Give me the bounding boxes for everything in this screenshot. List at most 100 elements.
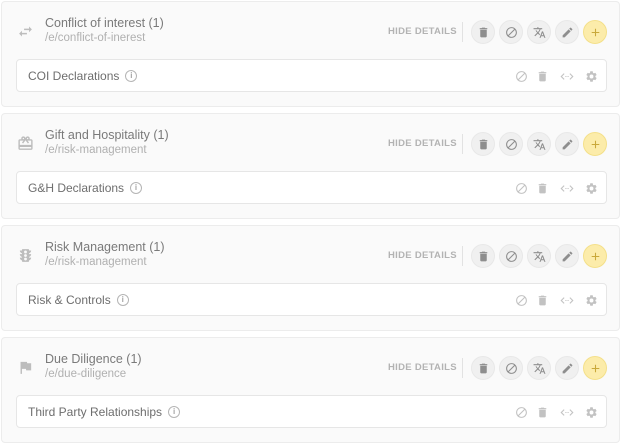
module-header: Conflict of interest (1) /e/conflict-of-… <box>2 2 619 54</box>
traffic-light-icon <box>16 246 34 264</box>
module-actions <box>471 244 607 268</box>
divider <box>462 358 463 378</box>
gear-icon[interactable] <box>585 294 598 307</box>
trash-icon <box>479 363 487 373</box>
sub-item-tools <box>515 292 598 308</box>
module-title: Due Diligence (1) <box>45 352 142 366</box>
module-title: Conflict of interest (1) <box>45 16 164 30</box>
add-button[interactable] <box>583 356 607 380</box>
module-panel: Risk Management (1) /e/risk-management H… <box>1 225 620 331</box>
translate-icon <box>533 362 545 374</box>
trash-icon <box>479 27 487 37</box>
code-icon[interactable] <box>557 70 577 83</box>
module-actions <box>471 356 607 380</box>
delete-button[interactable] <box>471 20 495 44</box>
add-button[interactable] <box>583 244 607 268</box>
pencil-icon <box>562 251 572 261</box>
info-icon[interactable]: i <box>125 70 138 82</box>
module-panel: Gift and Hospitality (1) /e/risk-managem… <box>1 113 620 219</box>
module-title: Risk Management (1) <box>45 240 165 254</box>
edit-button[interactable] <box>555 244 579 268</box>
translate-button[interactable] <box>527 356 551 380</box>
sub-item-tools <box>515 180 598 196</box>
plus-icon <box>591 364 599 372</box>
module-path: /e/risk-management <box>45 256 147 268</box>
block-icon <box>505 250 517 262</box>
block-icon[interactable] <box>515 182 528 195</box>
plus-icon <box>591 140 599 148</box>
block-icon[interactable] <box>515 406 528 419</box>
trash-icon <box>479 139 487 149</box>
module-title: Gift and Hospitality (1) <box>45 128 169 142</box>
code-icon[interactable] <box>557 294 577 307</box>
sub-item-row[interactable]: COI Declarations i <box>16 59 607 92</box>
divider <box>462 134 463 154</box>
pencil-icon <box>562 139 572 149</box>
plus-icon <box>591 28 599 36</box>
code-icon[interactable] <box>557 406 577 419</box>
hide-details-button[interactable]: HIDE DETAILS <box>388 362 457 373</box>
module-panel: Due Diligence (1) /e/due-diligence HIDE … <box>1 337 620 443</box>
translate-button[interactable] <box>527 244 551 268</box>
block-icon <box>505 138 517 150</box>
block-icon[interactable] <box>515 294 528 307</box>
module-header: Due Diligence (1) /e/due-diligence HIDE … <box>2 338 619 390</box>
swap-arrows-icon <box>16 22 34 40</box>
edit-button[interactable] <box>555 20 579 44</box>
delete-button[interactable] <box>471 244 495 268</box>
add-button[interactable] <box>583 20 607 44</box>
translate-icon <box>533 250 545 262</box>
block-icon <box>505 362 517 374</box>
gear-icon[interactable] <box>585 182 598 195</box>
gift-icon <box>16 134 34 152</box>
trash-icon <box>479 251 487 261</box>
edit-button[interactable] <box>555 132 579 156</box>
disable-button[interactable] <box>499 244 523 268</box>
translate-button[interactable] <box>527 20 551 44</box>
sub-item-row[interactable]: G&H Declarations i <box>16 171 607 204</box>
module-panel: Conflict of interest (1) /e/conflict-of-… <box>1 1 620 107</box>
translate-button[interactable] <box>527 132 551 156</box>
disable-button[interactable] <box>499 20 523 44</box>
edit-button[interactable] <box>555 356 579 380</box>
trash-icon[interactable] <box>536 182 549 195</box>
hide-details-button[interactable]: HIDE DETAILS <box>388 26 457 37</box>
block-icon[interactable] <box>515 70 528 83</box>
trash-icon[interactable] <box>536 70 549 83</box>
code-icon[interactable] <box>557 182 577 195</box>
info-icon[interactable]: i <box>168 406 181 418</box>
pencil-icon <box>562 27 572 37</box>
sub-item-label: G&H Declarations <box>28 181 125 195</box>
hide-details-button[interactable]: HIDE DETAILS <box>388 250 457 261</box>
module-header: Gift and Hospitality (1) /e/risk-managem… <box>2 114 619 166</box>
trash-icon[interactable] <box>536 406 549 419</box>
add-button[interactable] <box>583 132 607 156</box>
delete-button[interactable] <box>471 356 495 380</box>
info-icon[interactable]: i <box>116 294 129 306</box>
module-path: /e/conflict-of-inerest <box>45 32 146 44</box>
plus-icon <box>591 252 599 260</box>
module-header: Risk Management (1) /e/risk-management H… <box>2 226 619 278</box>
module-path: /e/risk-management <box>45 144 147 156</box>
gear-icon[interactable] <box>585 70 598 83</box>
sub-item-label: COI Declarations <box>28 69 120 83</box>
flag-icon <box>16 358 34 376</box>
disable-button[interactable] <box>499 356 523 380</box>
divider <box>462 22 463 42</box>
gear-icon[interactable] <box>585 406 598 419</box>
sub-item-row[interactable]: Risk & Controls i <box>16 283 607 316</box>
sub-item-tools <box>515 68 598 84</box>
hide-details-button[interactable]: HIDE DETAILS <box>388 138 457 149</box>
translate-icon <box>533 26 545 38</box>
sub-item-tools <box>515 404 598 420</box>
trash-icon[interactable] <box>536 294 549 307</box>
info-icon[interactable]: i <box>130 182 143 194</box>
sub-item-row[interactable]: Third Party Relationships i <box>16 395 607 428</box>
sub-item-label: Third Party Relationships <box>28 405 163 419</box>
delete-button[interactable] <box>471 132 495 156</box>
module-actions <box>471 132 607 156</box>
sub-item-label: Risk & Controls <box>28 293 111 307</box>
disable-button[interactable] <box>499 132 523 156</box>
divider <box>462 246 463 266</box>
translate-icon <box>533 138 545 150</box>
